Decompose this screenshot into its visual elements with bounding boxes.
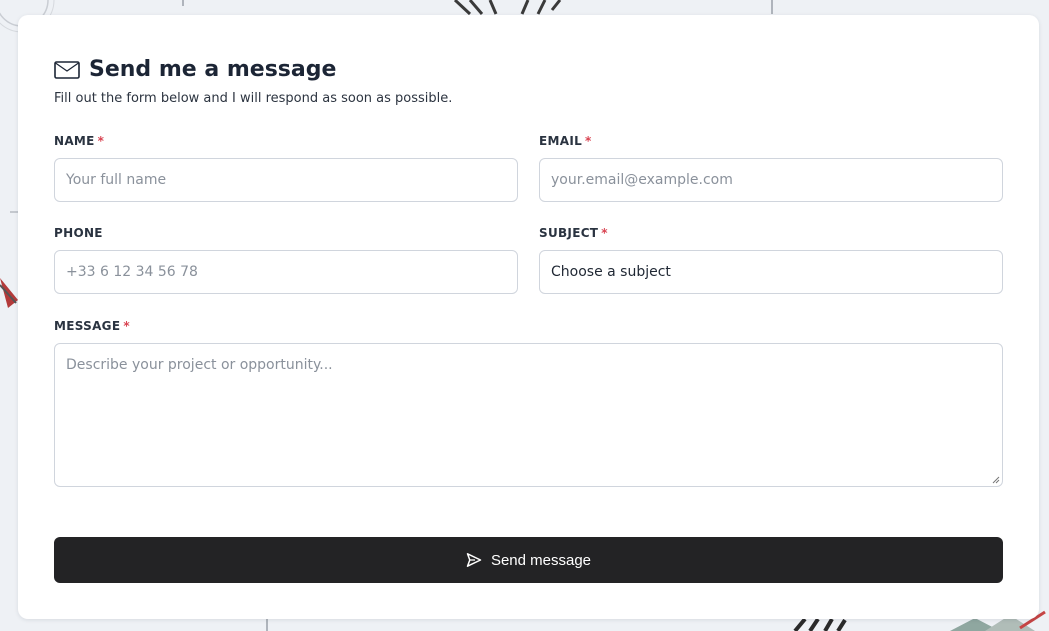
subject-label: SUBJECT * — [539, 226, 608, 240]
resize-handle-icon[interactable] — [991, 475, 1000, 484]
required-marker: * — [585, 134, 592, 148]
required-marker: * — [601, 226, 608, 240]
required-marker: * — [123, 319, 130, 333]
required-marker: * — [97, 134, 105, 148]
form-title: Send me a message — [89, 57, 337, 82]
subject-select[interactable]: Choose a subject — [539, 250, 1003, 294]
send-message-button[interactable]: Send message — [54, 537, 1003, 583]
email-placeholder: your.email@example.com — [551, 172, 733, 188]
name-placeholder: Your full name — [66, 172, 167, 188]
name-label: NAME * — [54, 134, 105, 148]
name-field-group: NAME * Your full name — [54, 133, 518, 202]
form-subtitle: Fill out the form below and I will respo… — [54, 91, 453, 106]
form-header: Send me a message — [54, 57, 336, 82]
envelope-icon — [54, 60, 80, 79]
phone-field-group: PHONE +33 6 12 34 56 78 — [54, 225, 518, 294]
message-textarea[interactable]: Describe your project or opportunity... — [54, 343, 1003, 487]
email-label: EMAIL * — [539, 134, 592, 148]
name-input[interactable]: Your full name — [54, 158, 518, 202]
email-field-group: EMAIL * your.email@example.com — [539, 133, 1003, 202]
message-placeholder: Describe your project or opportunity... — [66, 357, 333, 373]
phone-label: PHONE — [54, 226, 103, 240]
phone-placeholder: +33 6 12 34 56 78 — [66, 264, 198, 280]
message-field-group: MESSAGE * Describe your project or opport… — [54, 318, 1003, 487]
subject-field-group: SUBJECT * Choose a subject — [539, 225, 1003, 294]
contact-form-card: Send me a message Fill out the form belo… — [18, 15, 1039, 619]
send-icon — [466, 552, 482, 568]
phone-input[interactable]: +33 6 12 34 56 78 — [54, 250, 518, 294]
email-input[interactable]: your.email@example.com — [539, 158, 1003, 202]
send-message-label: Send message — [490, 551, 592, 569]
message-label: MESSAGE * — [54, 319, 130, 333]
subject-selected-value: Choose a subject — [551, 264, 671, 280]
